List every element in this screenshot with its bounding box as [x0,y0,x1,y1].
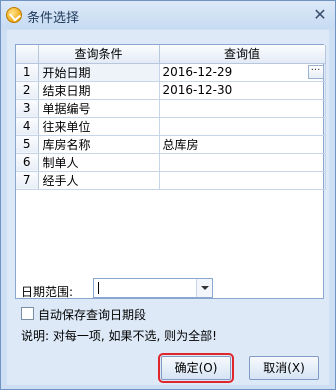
value-cell[interactable] [159,153,326,172]
condition-grid: 查询条件 查询值 1 开始日期 2016-12-29 ··· 2 结束日期 20… [15,44,326,299]
condition-cell: 结束日期 [38,81,160,100]
cancel-button[interactable]: 取消(X) [249,356,319,380]
date-range-select[interactable] [93,278,213,298]
text-caret [98,282,99,294]
row-index: 6 [16,153,39,172]
table-row[interactable]: 5 库房名称 总库房 [16,135,326,154]
condition-cell: 库房名称 [38,135,160,154]
table-row[interactable]: 7 经手人 [16,171,326,190]
value-column-header[interactable]: 查询值 [159,45,326,64]
condition-cell: 制单人 [38,153,160,172]
condition-cell: 单据编号 [38,99,160,118]
table-row[interactable]: 4 往来单位 [16,117,326,136]
row-index: 3 [16,99,39,118]
autosave-label[interactable]: 自动保存查询日期段 [38,306,146,323]
value-cell[interactable]: 2016-12-30 [159,81,326,100]
row-index: 4 [16,117,39,136]
ellipsis-button[interactable]: ··· [307,64,324,79]
row-index: 2 [16,81,39,100]
close-icon[interactable]: ✕ [311,6,329,24]
grid-header-row: 查询条件 查询值 [16,45,326,64]
value-cell[interactable] [159,99,326,118]
value-cell[interactable] [159,117,326,136]
value-text: 2016-12-29 [162,65,233,79]
app-icon [6,7,22,23]
index-header [16,45,39,64]
condition-column-header[interactable]: 查询条件 [38,45,160,64]
table-row[interactable]: 6 制单人 [16,153,326,172]
autosave-checkbox[interactable] [21,307,34,320]
condition-cell: 往来单位 [38,117,160,136]
help-note: 说明: 对每一项, 如果不选, 则为全部! [21,329,217,343]
row-index: 5 [16,135,39,154]
value-cell[interactable]: 2016-12-29 ··· [159,63,326,82]
table-row[interactable]: 3 单据编号 [16,99,326,118]
window-title: 条件选择 [27,11,80,26]
condition-dialog: 条件选择 ✕ 查询条件 查询值 1 开始日期 2016-12-29 ··· 2 … [0,0,336,390]
title-bar[interactable]: 条件选择 ✕ [1,1,335,29]
row-index: 1 [16,63,39,82]
row-index: 7 [16,171,39,190]
dialog-body: 查询条件 查询值 1 开始日期 2016-12-29 ··· 2 结束日期 20… [7,30,329,385]
condition-cell: 经手人 [38,171,160,190]
table-row[interactable]: 2 结束日期 2016-12-30 [16,81,326,100]
chevron-down-icon[interactable] [196,279,212,297]
value-cell[interactable] [159,171,326,190]
value-cell[interactable]: 总库房 [159,135,326,154]
ok-button[interactable]: 确定(O) [158,353,234,383]
date-range-label: 日期范围: [21,285,74,299]
condition-cell: 开始日期 [38,63,160,82]
table-row[interactable]: 1 开始日期 2016-12-29 ··· [16,63,326,82]
